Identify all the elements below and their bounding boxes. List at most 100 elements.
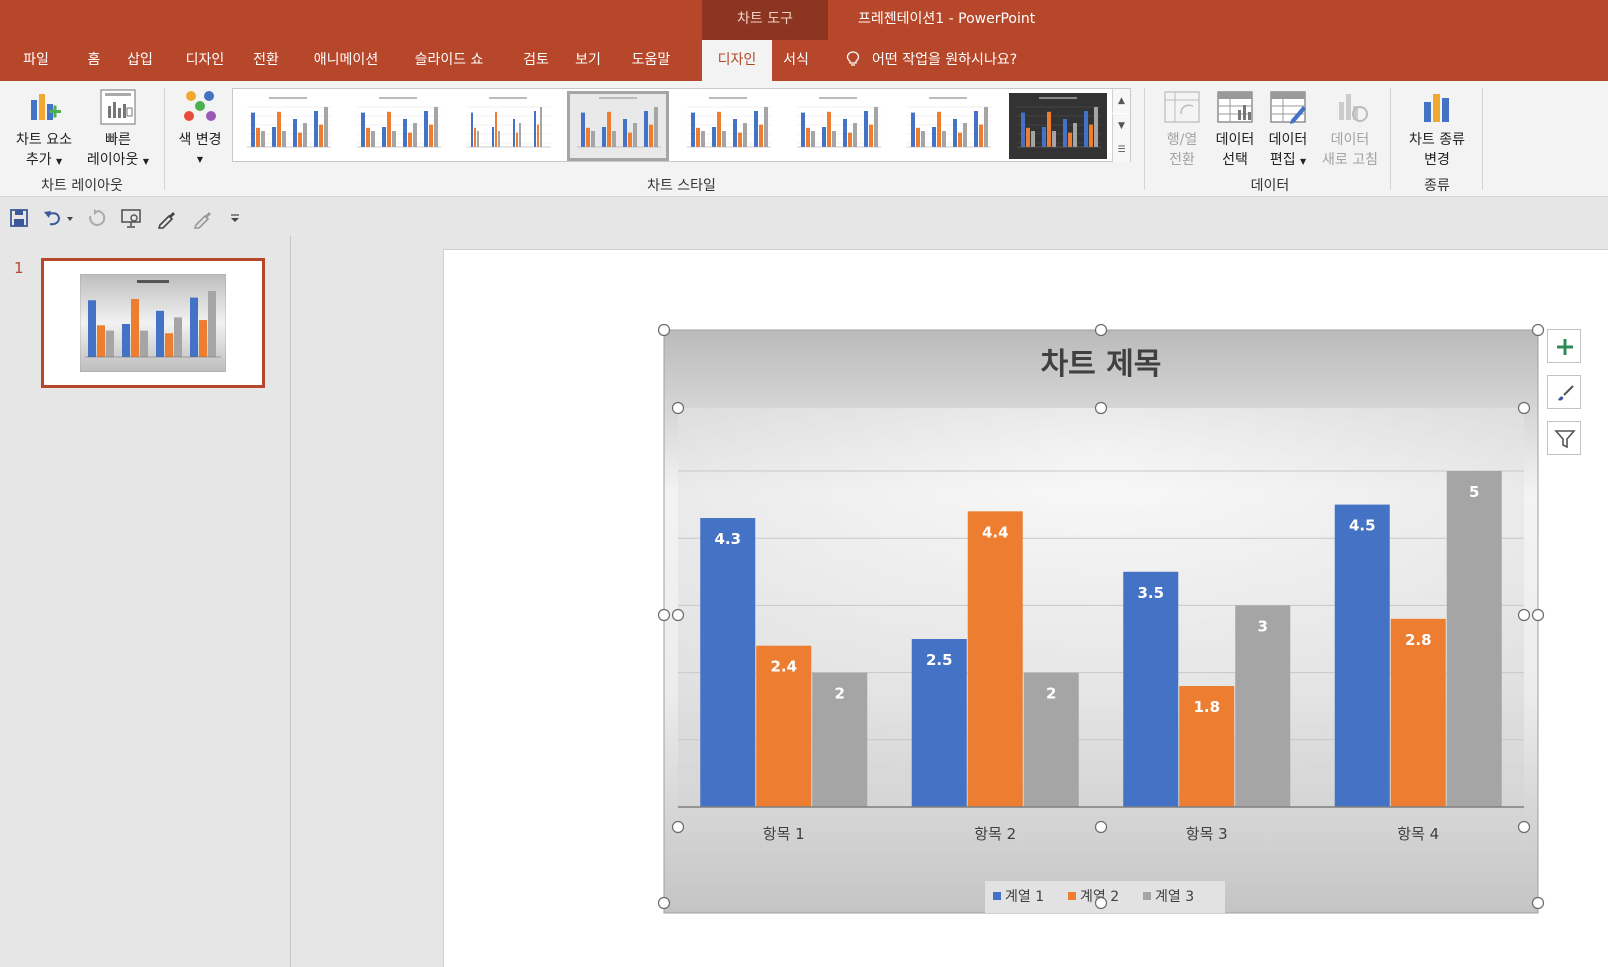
- data-label[interactable]: 4.3: [714, 530, 741, 548]
- chart-style-thumb[interactable]: [899, 93, 997, 159]
- bar-series2-cat2[interactable]: [967, 511, 1023, 807]
- gallery-scroll-down-icon[interactable]: ▼: [1112, 114, 1130, 138]
- edit-data-button[interactable]: 데이터 편집 ▼: [1262, 88, 1314, 172]
- bar-series3-cat4[interactable]: [1446, 471, 1502, 807]
- select-data-button[interactable]: 데이터 선택: [1210, 88, 1260, 170]
- chart-style-thumb-preview: [1017, 97, 1101, 148]
- resize-handle[interactable]: [657, 323, 671, 337]
- slide-thumbnail[interactable]: [41, 258, 265, 388]
- category-label[interactable]: 항목 2: [974, 825, 1016, 843]
- data-label[interactable]: 3: [1258, 617, 1268, 635]
- chart-style-thumb-preview: [797, 97, 881, 148]
- data-label[interactable]: 2: [1046, 685, 1056, 703]
- eyedropper-text-icon[interactable]: [192, 207, 214, 229]
- resize-handle[interactable]: [671, 608, 685, 622]
- lightbulb-icon: [846, 51, 860, 66]
- tab-1[interactable]: 홈: [80, 40, 108, 81]
- refresh-data-button[interactable]: 데이터 새로 고침: [1318, 88, 1382, 170]
- change-chart-type-button[interactable]: 차트 종류 변경: [1398, 88, 1476, 170]
- redo-icon[interactable]: [86, 207, 108, 229]
- chart-style-thumb[interactable]: [239, 93, 337, 159]
- save-icon[interactable]: [8, 207, 30, 229]
- bar-series1-cat3[interactable]: [1123, 571, 1179, 807]
- tell-me-text: 어떤 작업을 원하시나요?: [872, 52, 1018, 68]
- tab-2[interactable]: 삽입: [118, 40, 162, 81]
- data-label[interactable]: 3.5: [1137, 584, 1164, 602]
- select-data-icon: [1217, 91, 1253, 123]
- customize-qat-icon[interactable]: [228, 207, 242, 229]
- legend-entry[interactable]: 계열 3: [1155, 889, 1194, 905]
- chart-styles-button[interactable]: [1547, 375, 1581, 409]
- resize-handle[interactable]: [657, 608, 671, 622]
- group-separator: [1482, 88, 1483, 190]
- data-label[interactable]: 5: [1469, 483, 1479, 501]
- start-slideshow-icon[interactable]: [120, 207, 142, 229]
- tab-6[interactable]: 슬라이드 쇼: [400, 40, 498, 81]
- resize-handle[interactable]: [671, 401, 685, 415]
- resize-handle[interactable]: [1517, 820, 1531, 834]
- chart-elements-button[interactable]: [1547, 329, 1581, 363]
- legend-entry[interactable]: 계열 1: [1005, 889, 1044, 905]
- category-label[interactable]: 항목 1: [763, 825, 805, 843]
- chart-style-thumb[interactable]: [789, 93, 887, 159]
- data-label[interactable]: 2.8: [1405, 631, 1432, 649]
- group-label-data: 데이터: [1250, 178, 1290, 194]
- resize-handle[interactable]: [1094, 323, 1108, 337]
- switch-row-column-button[interactable]: 행/열 전환: [1157, 88, 1207, 170]
- category-label[interactable]: 항목 3: [1186, 825, 1228, 843]
- bar-series1-cat1[interactable]: [700, 518, 756, 807]
- tab-3[interactable]: 디자인: [176, 40, 234, 81]
- slide-number: 1: [14, 259, 24, 277]
- paintbrush-icon: [1558, 385, 1574, 401]
- undo-icon[interactable]: [42, 207, 64, 229]
- bar-series1-cat4[interactable]: [1334, 504, 1390, 807]
- resize-handle[interactable]: [1517, 401, 1531, 415]
- resize-handle[interactable]: [1094, 896, 1108, 910]
- data-label[interactable]: 4.5: [1349, 517, 1376, 535]
- resize-handle[interactable]: [1517, 608, 1531, 622]
- group-separator: [164, 88, 165, 190]
- category-label[interactable]: 항목 4: [1397, 825, 1439, 843]
- chart-object[interactable]: 차트 제목 4.3 2.4 2 2.5 4.4 2 3.5 1.8 3 4.5 2.8 5 항목 1 항…: [444, 250, 1608, 967]
- tab-8[interactable]: 보기: [566, 40, 610, 81]
- chart-styles-gallery[interactable]: [232, 88, 1131, 162]
- tab-4[interactable]: 전환: [244, 40, 288, 81]
- chart-style-thumb[interactable]: [679, 93, 777, 159]
- chart-filters-button[interactable]: [1547, 421, 1581, 455]
- quick-layout-icon: [100, 89, 136, 125]
- bar-series3-cat3[interactable]: [1235, 605, 1291, 807]
- data-label[interactable]: 4.4: [982, 523, 1009, 541]
- tab-11[interactable]: 서식: [774, 40, 818, 81]
- tell-me-box[interactable]: 어떤 작업을 원하시나요?: [846, 40, 1017, 81]
- data-label[interactable]: 1.8: [1193, 698, 1220, 716]
- tab-9[interactable]: 도움말: [622, 40, 680, 81]
- resize-handle[interactable]: [657, 896, 671, 910]
- chart-style-thumb[interactable]: [567, 91, 669, 161]
- resize-handle[interactable]: [1094, 401, 1108, 415]
- resize-handle[interactable]: [671, 820, 685, 834]
- gallery-more-icon[interactable]: ☰: [1112, 138, 1130, 162]
- group-label-styles: 차트 스타일: [647, 178, 716, 194]
- gallery-scroll-up-icon[interactable]: ▲: [1112, 89, 1130, 113]
- tab-5[interactable]: 애니메이션: [302, 40, 390, 81]
- undo-dropdown-icon[interactable]: [64, 207, 76, 229]
- change-colors-button[interactable]: 색 변경 ▼: [172, 88, 228, 170]
- quick-layout-button[interactable]: 빠른 레이아웃 ▼: [82, 88, 154, 172]
- tab-0[interactable]: 파일: [14, 40, 58, 81]
- tab-7[interactable]: 검토: [514, 40, 558, 81]
- add-chart-element-button[interactable]: 차트 요소 추가 ▼: [8, 88, 80, 172]
- chart-style-thumb[interactable]: [459, 93, 557, 159]
- resize-handle[interactable]: [1531, 323, 1545, 337]
- resize-handle[interactable]: [1094, 820, 1108, 834]
- data-label[interactable]: 2.4: [770, 658, 797, 676]
- chart-style-thumb[interactable]: [349, 93, 447, 159]
- data-label[interactable]: 2.5: [926, 651, 953, 669]
- eyedropper-icon[interactable]: [156, 207, 178, 229]
- data-label[interactable]: 2: [835, 685, 845, 703]
- slide-canvas[interactable]: 차트 제목 4.3 2.4 2 2.5 4.4 2 3.5 1.8 3 4.5 2.8 5 항목 1 항…: [443, 249, 1608, 967]
- resize-handle[interactable]: [1531, 608, 1545, 622]
- chart-style-thumb[interactable]: [1009, 93, 1107, 159]
- chart-title[interactable]: 차트 제목: [1041, 347, 1162, 382]
- tab-10[interactable]: 디자인: [702, 40, 772, 81]
- resize-handle[interactable]: [1531, 896, 1545, 910]
